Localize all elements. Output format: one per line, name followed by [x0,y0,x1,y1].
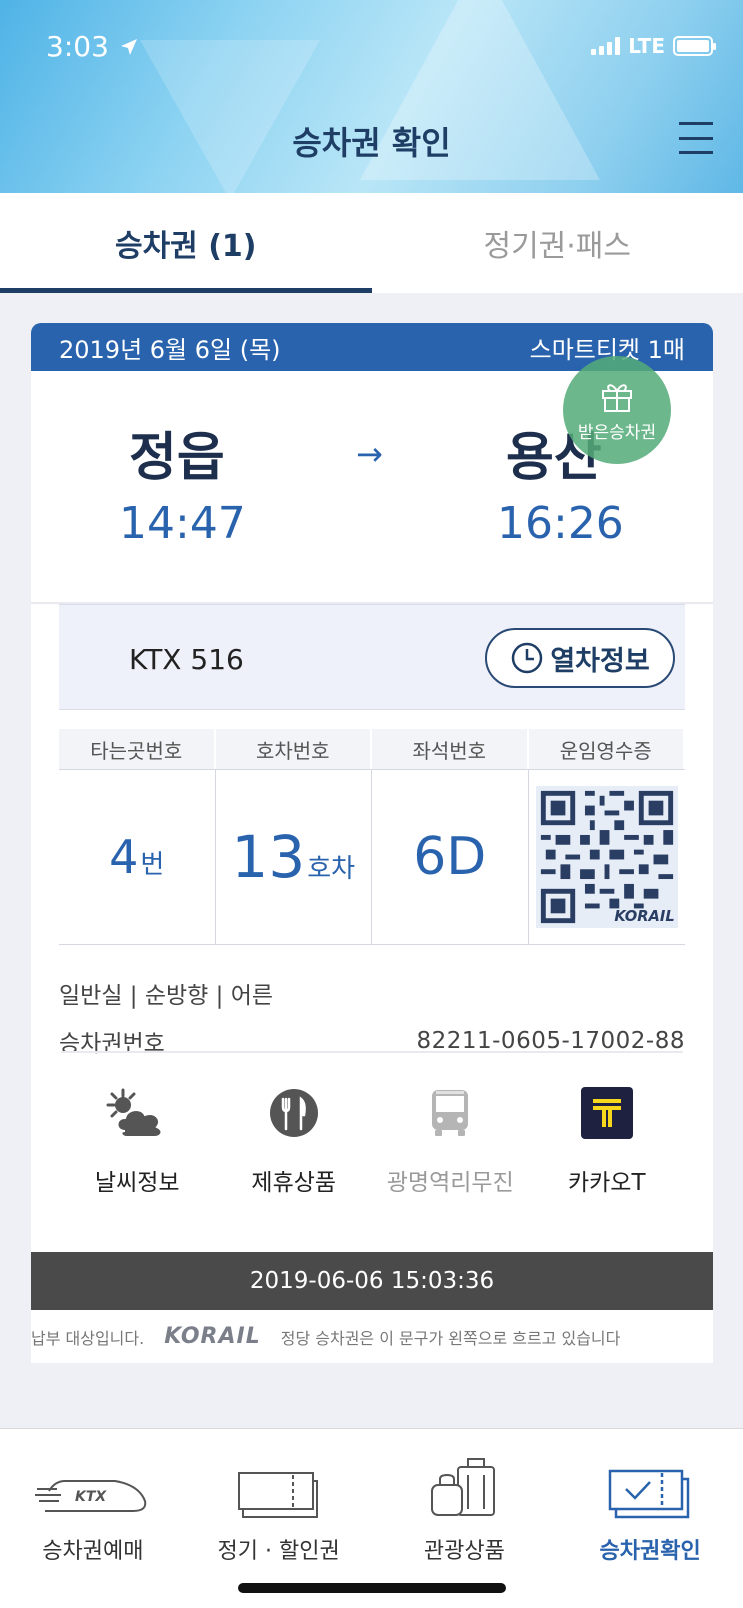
nav-season-discount[interactable]: 정기 · 할인권 [186,1429,372,1608]
kakao-t-label: 카카오T [567,1170,646,1196]
gift-icon [602,383,632,412]
kakao-t-icon [580,1087,633,1139]
weather-info-button[interactable]: 날씨정보 [62,1083,212,1197]
page-title: 승차권 확인 [292,124,451,162]
nav-label: 승차권예매 [42,1539,144,1564]
departure-station: 정읍 [129,428,225,488]
gwangmyeong-limousine-button[interactable]: 광명역리무진 [375,1083,525,1197]
dining-icon [269,1089,318,1137]
svg-text:KTX: KTX [75,1489,107,1505]
ticket-icon [237,1472,318,1518]
signal-icon [591,37,621,55]
korail-logo: KORAIL [164,1324,261,1349]
class-info-row: 일반실 | 순방향 | 어른 [59,969,685,1017]
seat-info-table: 타는곳번호 호차번호 좌석번호 운임영수증 4 번 13 호차 6D KORAI… [59,729,685,945]
car-unit: 호차 [307,853,356,884]
bottom-navigation: KTX 승차권예매 정기 · 할인권 관광상품 승차권확인 [0,1428,743,1608]
limousine-label: 광명역리무진 [386,1170,514,1196]
nav-ticket-booking[interactable]: KTX 승차권예매 [0,1429,186,1608]
header-decoration [140,40,320,193]
network-label: LTE [628,34,665,58]
platform-unit: 번 [140,849,165,880]
weather-label: 날씨정보 [94,1170,180,1196]
status-time: 3:03 [46,30,138,63]
receipt-cell[interactable]: KORAIL [528,769,685,945]
status-indicators: LTE [591,34,716,58]
column-header: 호차번호 [215,729,372,769]
nav-label: 정기 · 할인권 [217,1539,340,1564]
weather-icon [106,1088,163,1138]
class-info: 일반실 | 순방향 | 어른 [59,983,274,1009]
ticket-tabs: 승차권 (1) 정기권·패스 [0,193,743,293]
ticket-number-row: 승차권번호 82211-0605-17002-88 [59,1017,685,1065]
train-info-button[interactable]: 열차정보 [485,628,675,688]
location-arrow-icon [120,39,137,55]
nav-label: 관광상품 [423,1539,505,1564]
column-header: 운임영수증 [528,729,685,769]
issue-timestamp: 2019-06-06 15:03:36 [31,1252,713,1310]
gift-label: 받은승차권 [577,422,657,443]
train-info-label: 열차정보 [550,645,650,677]
clock-icon [512,642,543,674]
nav-tour-products[interactable]: 관광상품 [372,1429,558,1608]
qr-brand: KORAIL [614,908,674,925]
platform-cell: 4 번 [59,769,216,945]
ktx-train-icon: KTX [34,1480,147,1512]
seat-number: 6D [413,827,487,887]
nav-label: 승차권확인 [599,1539,701,1564]
column-header: 타는곳번호 [59,729,216,769]
bus-icon [432,1090,469,1136]
partner-products-label: 제휴상품 [251,1170,337,1196]
ticker-left-text: 납부 대상입니다. [31,1328,145,1348]
service-links: 날씨정보 제휴상품 광명역리무진 카카오T [59,1083,685,1197]
car-cell: 13 호차 [215,769,372,945]
platform-number: 4 [109,830,139,884]
home-indicator[interactable] [238,1583,506,1593]
train-info-row: KTX 516 열차정보 [59,604,685,710]
seat-cell: 6D [372,769,529,945]
nav-ticket-check[interactable]: 승차권확인 [557,1429,743,1608]
ticket-check-icon [608,1469,690,1519]
divider [61,1051,683,1053]
partner-products-button[interactable]: 제휴상품 [219,1083,369,1197]
ticket-card: 2019년 6월 6일 (목) 스마트티켓 1매 받은승차권 정읍 → 용산 1… [31,323,713,1363]
kakao-t-button[interactable]: 카카오T [532,1083,682,1197]
arrival-time: 16:26 [497,498,624,549]
qr-code[interactable]: KORAIL [535,786,678,928]
luggage-icon [431,1458,496,1516]
ticker-right-text: 정당 승차권은 이 문구가 왼쪽으로 흐르고 있습니다 [280,1328,621,1348]
tab-season-pass[interactable]: 정기권·패스 [372,193,743,293]
battery-icon [673,36,716,56]
column-header: 좌석번호 [372,729,529,769]
validation-ticker: 납부 대상입니다. KORAIL 정당 승차권은 이 문구가 왼쪽으로 흐르고 … [31,1310,713,1363]
hamburger-menu-icon[interactable] [679,122,713,154]
train-number: KTX 516 [129,643,244,676]
car-number: 13 [231,823,306,891]
travel-date: 2019년 6월 6일 (목) [59,335,281,364]
departure-time: 14:47 [119,498,246,549]
tab-tickets[interactable]: 승차권 (1) [0,193,372,293]
received-ticket-badge[interactable]: 받은승차권 [563,356,671,464]
app-header: 3:03 LTE 승차권 확인 [0,0,743,193]
direction-arrow: → [356,435,383,473]
